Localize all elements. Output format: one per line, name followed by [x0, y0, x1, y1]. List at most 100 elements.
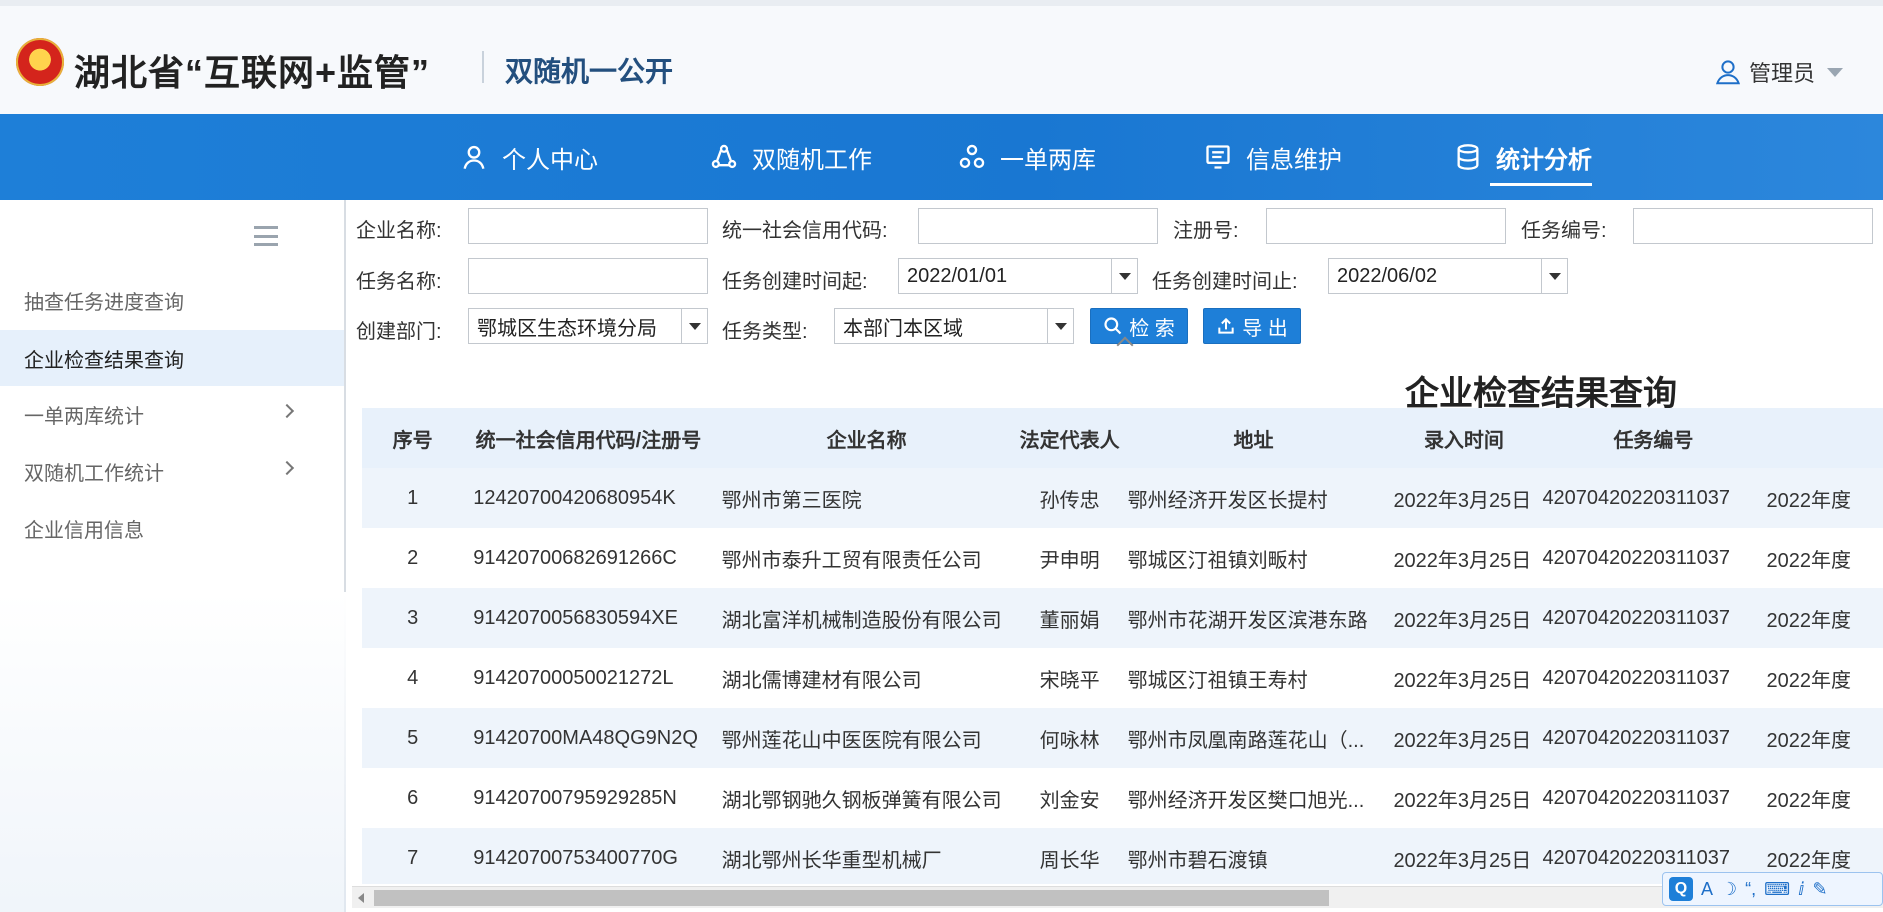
brand-divider	[482, 51, 484, 83]
chevron-down-icon[interactable]	[1111, 259, 1137, 293]
ime-settings-icon[interactable]: ✎	[1812, 879, 1827, 900]
cell-legal-rep: 周长华	[1019, 828, 1120, 884]
table-row[interactable]: 1 12420700420680954K 鄂州市第三医院 孙传忠 鄂州经济开发区长提村 2…	[362, 468, 1883, 528]
ime-keyboard-icon[interactable]: ⌨	[1764, 879, 1790, 900]
created-to-date-picker[interactable]: 2022/06/02	[1328, 258, 1568, 294]
cell-address: 鄂州经济开发区樊口旭光...	[1119, 768, 1388, 828]
cell-legal-rep: 何咏林	[1019, 708, 1120, 768]
ime-logo-icon[interactable]: Q	[1669, 877, 1693, 901]
company-name-input[interactable]	[468, 208, 708, 244]
search-button[interactable]: 检 索	[1090, 308, 1188, 344]
created-from-label: 任务创建时间起:	[722, 271, 868, 293]
cell-credit-code: 91420700753400770G	[463, 828, 714, 884]
ime-toolbar[interactable]: Q A ☽ “, ⌨ ⅈ ✎	[1662, 872, 1883, 906]
nav-label: 双随机工作	[752, 146, 872, 174]
export-button-label: 导 出	[1242, 317, 1288, 340]
user-menu[interactable]: 管理员	[1713, 56, 1843, 88]
document-icon	[1206, 145, 1230, 169]
credit-code-input[interactable]	[918, 208, 1158, 244]
table-row[interactable]: 3 9142070056830594XE 湖北富洋机械制造股份有限公司 董丽娟 鄂州市花…	[362, 588, 1883, 648]
chevron-down-icon[interactable]	[1541, 259, 1567, 293]
national-emblem-icon: ★	[16, 38, 64, 86]
reg-no-input[interactable]	[1266, 208, 1506, 244]
cell-address: 鄂州市碧石渡镇	[1119, 828, 1388, 884]
ime-tools-icon[interactable]: ⅈ	[1798, 879, 1804, 900]
reg-no-label: 注册号:	[1173, 220, 1239, 242]
search-button-label: 检 索	[1129, 317, 1175, 340]
task-type-label: 任务类型:	[722, 321, 808, 343]
chevron-down-icon[interactable]	[1047, 309, 1073, 343]
search-icon	[1104, 317, 1122, 335]
nav-label: 一单两库	[1000, 146, 1096, 174]
cell-legal-rep: 宋晓平	[1019, 648, 1120, 708]
table-row[interactable]: 6 91420700795929285N 湖北鄂钢驰久钢板弹簧有限公司 刘金安 鄂州经济…	[362, 768, 1883, 828]
cell-entry-time: 2022年3月25日	[1387, 588, 1541, 648]
cell-entry-time: 2022年3月25日	[1387, 828, 1541, 884]
sidebar-item-credit-info[interactable]: 企业信用信息	[0, 500, 344, 556]
table-row[interactable]: 7 91420700753400770G 湖北鄂州长华重型机械厂 周长华 鄂州市碧石渡镇…	[362, 828, 1883, 884]
ime-halfwidth-toggle[interactable]: ☽	[1721, 879, 1737, 900]
column-header: 统一社会信用代码/注册号	[463, 408, 714, 468]
column-header: 企业名称	[713, 408, 1020, 468]
menu-toggle-icon[interactable]	[254, 226, 278, 246]
sidebar-item-one-list-stats[interactable]: 一单两库统计	[0, 386, 344, 442]
cell-index: 6	[362, 768, 464, 828]
cell-index: 4	[362, 648, 464, 708]
cell-legal-rep: 刘金安	[1019, 768, 1120, 828]
results-table: 序号 统一社会信用代码/注册号 企业名称 法定代表人 地址 录入时间 任务编号 …	[362, 408, 1883, 884]
cell-legal-rep: 董丽娟	[1019, 588, 1120, 648]
results-table-container[interactable]: 序号 统一社会信用代码/注册号 企业名称 法定代表人 地址 录入时间 任务编号 …	[362, 408, 1883, 884]
table-row[interactable]: 5 91420700MA48QG9N2Q 鄂州莲花山中医医院有限公司 何咏林 鄂州市凤凰…	[362, 708, 1883, 768]
cell-credit-code: 12420700420680954K	[463, 468, 714, 528]
created-from-value: 2022/01/01	[907, 264, 1008, 287]
ime-language-toggle[interactable]: A	[1701, 879, 1713, 900]
nav-info-maintenance[interactable]: 信息维护	[1204, 114, 1342, 200]
sidebar-item-inspection-results[interactable]: 企业检查结果查询	[0, 330, 344, 386]
cell-address: 鄂州市凤凰南路莲花山（...	[1119, 708, 1388, 768]
sidebar-background	[0, 592, 346, 912]
export-button[interactable]: 导 出	[1203, 308, 1301, 344]
sidebar-item-task-progress[interactable]: 抽查任务进度查询	[0, 272, 344, 328]
cell-credit-code: 91420700682691266C	[463, 528, 714, 588]
company-name-label: 企业名称:	[356, 220, 442, 242]
horizontal-scrollbar[interactable]	[352, 886, 1883, 908]
chevron-down-icon[interactable]	[681, 309, 707, 343]
cell-credit-code: 91420700050021272L	[463, 648, 714, 708]
nav-double-random[interactable]: 双随机工作	[710, 114, 872, 200]
column-header: 录入时间	[1387, 408, 1541, 468]
scroll-left-icon[interactable]	[358, 893, 364, 903]
cell-company-name: 湖北儒博建材有限公司	[713, 648, 1020, 708]
main-nav: 个人中心 双随机工作 一单两库 信息维护 统计分析	[0, 114, 1883, 200]
created-to-value: 2022/06/02	[1337, 264, 1438, 287]
dept-select[interactable]: 鄂城区生态环境分局	[468, 308, 708, 344]
column-header: 法定代表人	[1019, 408, 1120, 468]
top-header: ★ 湖北省“互联网+监管” 双随机一公开 管理员	[0, 0, 1883, 114]
table-row[interactable]: 4 91420700050021272L 湖北儒博建材有限公司 宋晓平 鄂城区汀祖镇王寿…	[362, 648, 1883, 708]
table-row[interactable]: 2 91420700682691266C 鄂州市泰升工贸有限责任公司 尹申明 鄂城区汀祖…	[362, 528, 1883, 588]
cell-legal-rep: 孙传忠	[1019, 468, 1120, 528]
cell-company-name: 湖北鄂州长华重型机械厂	[713, 828, 1020, 884]
cell-index: 1	[362, 468, 464, 528]
sidebar-item-double-random-stats[interactable]: 双随机工作统计	[0, 443, 344, 499]
user-icon	[1715, 60, 1740, 85]
cell-address: 鄂城区汀祖镇刘畈村	[1119, 528, 1388, 588]
ime-punctuation-toggle[interactable]: “,	[1745, 879, 1756, 900]
task-name-input[interactable]	[468, 258, 708, 294]
created-to-label: 任务创建时间止:	[1152, 271, 1298, 293]
nav-statistics[interactable]: 统计分析	[1454, 114, 1592, 200]
dept-value: 鄂城区生态环境分局	[477, 317, 657, 340]
task-no-input[interactable]	[1633, 208, 1873, 244]
scrollbar-thumb[interactable]	[374, 890, 1329, 906]
cell-plan: 2022年度	[1766, 648, 1883, 708]
cell-company-name: 湖北富洋机械制造股份有限公司	[713, 588, 1020, 648]
sidebar-item-label: 企业检查结果查询	[24, 349, 184, 372]
cell-entry-time: 2022年3月25日	[1387, 648, 1541, 708]
column-header: 任务编号	[1540, 408, 1767, 468]
nav-personal-center[interactable]: 个人中心	[460, 114, 598, 200]
task-type-select[interactable]: 本部门本区域	[834, 308, 1074, 344]
cell-task-no: 42070420220311037	[1540, 588, 1767, 648]
cell-credit-code: 91420700795929285N	[463, 768, 714, 828]
created-from-date-picker[interactable]: 2022/01/01	[898, 258, 1138, 294]
cell-plan: 2022年度	[1766, 768, 1883, 828]
nav-one-list-two-libraries[interactable]: 一单两库	[958, 114, 1096, 200]
